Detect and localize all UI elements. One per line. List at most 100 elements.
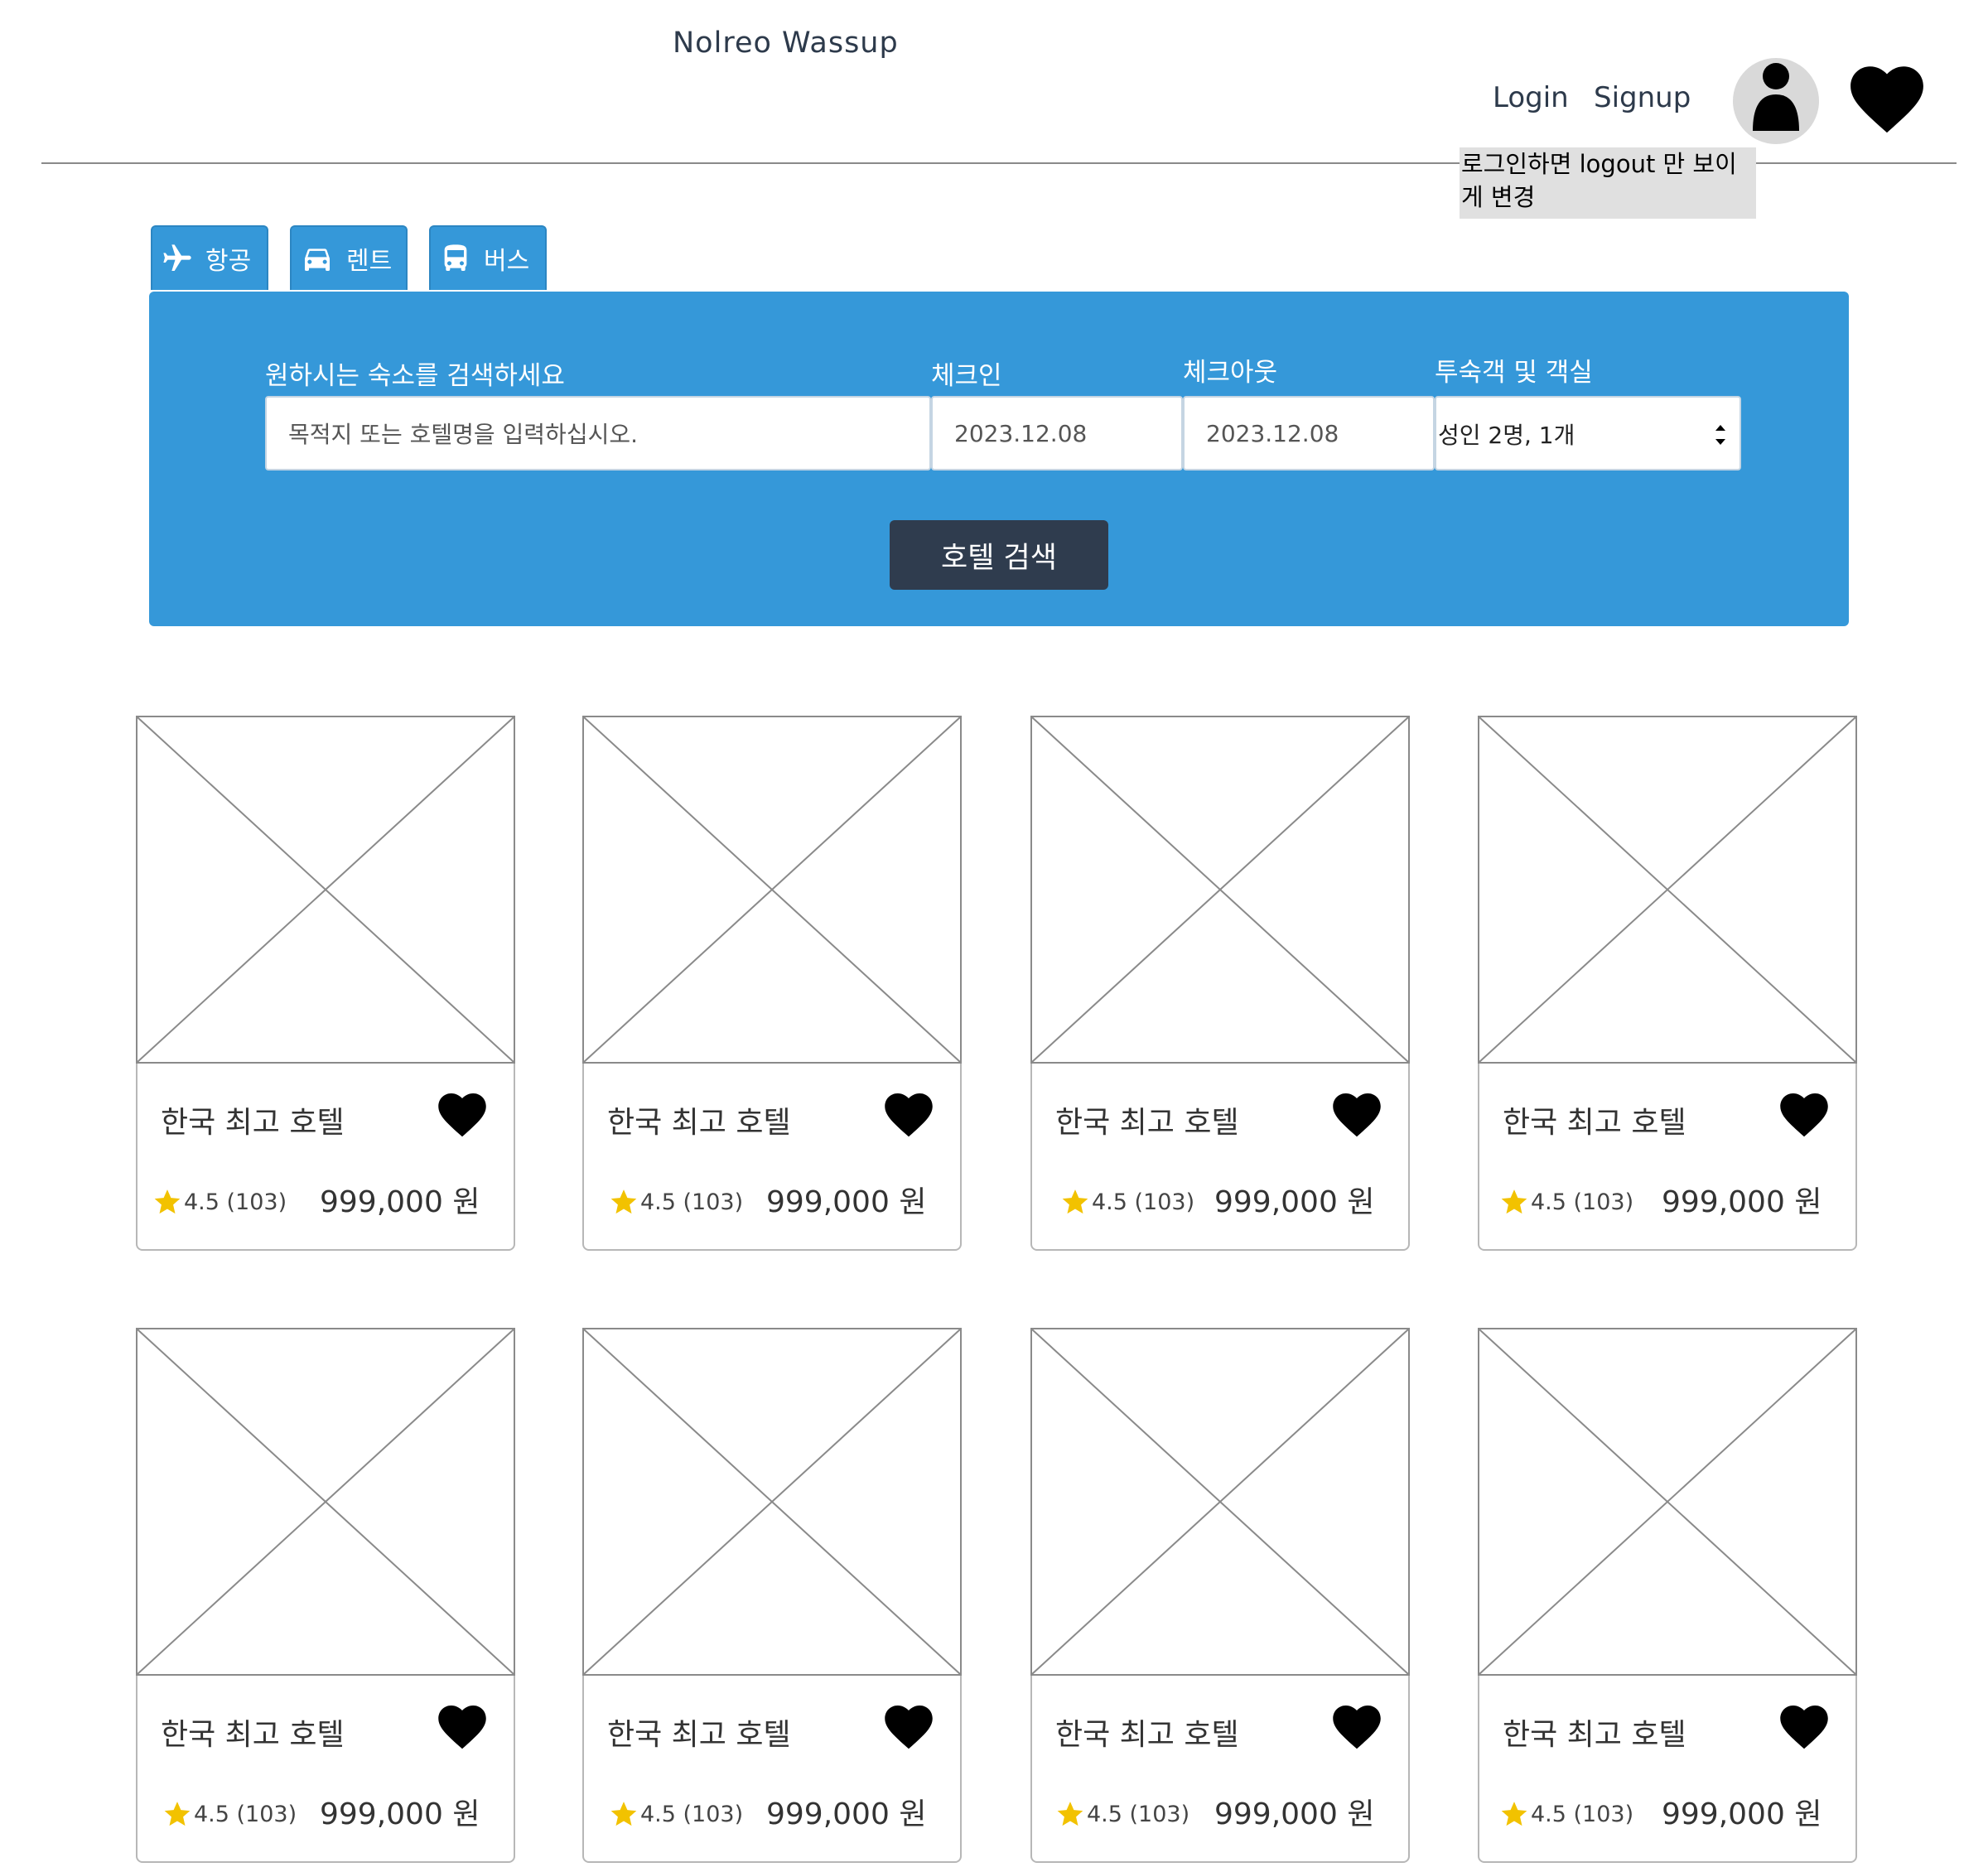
- hotel-price: 999,000 원: [1214, 1185, 1375, 1219]
- hotel-image-placeholder: [136, 716, 515, 1064]
- tab-bus[interactable]: 버스: [429, 225, 547, 290]
- tab-rent-label: 렌트: [346, 247, 393, 276]
- hotel-price: 999,000 원: [1662, 1185, 1822, 1219]
- hotel-like-button[interactable]: [1332, 1704, 1382, 1750]
- star-icon: [1057, 1802, 1083, 1826]
- tab-rent[interactable]: 렌트: [290, 225, 408, 290]
- hotel-card[interactable]: 한국 최고 호텔 4.5 (103) 999,000 원: [1030, 716, 1410, 1251]
- hotel-like-button[interactable]: [884, 1704, 934, 1750]
- hotel-name: 한국 최고 호텔: [161, 1718, 345, 1752]
- checkout-date-value: 2023.12.08: [1206, 419, 1339, 447]
- heart-icon: [1780, 1093, 1828, 1137]
- annotation-note: 로그인하면 logout 만 보이게 변경: [1460, 147, 1756, 219]
- hotel-like-button[interactable]: [1332, 1092, 1382, 1138]
- hotel-rating-text: 4.5 (103): [640, 1801, 744, 1827]
- login-link[interactable]: Login: [1493, 81, 1569, 114]
- hotel-like-button[interactable]: [437, 1092, 487, 1138]
- heart-icon: [1333, 1093, 1381, 1137]
- hotel-card[interactable]: 한국 최고 호텔 4.5 (103) 999,000 원: [1030, 1328, 1410, 1863]
- heart-icon: [885, 1706, 933, 1749]
- image-placeholder-icon: [1032, 717, 1408, 1062]
- hotel-image-placeholder: [1030, 716, 1410, 1064]
- heart-icon: [1850, 66, 1923, 133]
- image-placeholder-icon: [584, 1329, 960, 1674]
- heart-icon: [1780, 1706, 1828, 1749]
- heart-icon: [885, 1093, 933, 1137]
- car-icon: [305, 248, 330, 271]
- hotel-name: 한국 최고 호텔: [1055, 1718, 1239, 1752]
- hotel-rating: 4.5 (103): [609, 1800, 743, 1828]
- hotel-price: 999,000 원: [1662, 1797, 1822, 1831]
- hotel-image-placeholder: [1478, 716, 1857, 1064]
- hotel-name: 한국 최고 호텔: [1055, 1106, 1239, 1140]
- star-icon: [1062, 1189, 1088, 1214]
- checkin-date-field[interactable]: 2023.12.08: [931, 396, 1183, 470]
- hotel-rating-text: 4.5 (103): [1092, 1189, 1195, 1215]
- hotel-image-placeholder: [1030, 1328, 1410, 1676]
- hotel-like-button[interactable]: [437, 1704, 487, 1750]
- brand-title[interactable]: Nolreo Wassup: [673, 27, 899, 60]
- heart-icon: [438, 1706, 486, 1749]
- hotel-card[interactable]: 한국 최고 호텔 4.5 (103) 999,000 원: [1478, 716, 1857, 1251]
- airplane-icon: [163, 244, 191, 271]
- destination-input[interactable]: 목적지 또는 호텔명을 입력하십시오.: [265, 396, 931, 470]
- image-placeholder-icon: [1032, 1329, 1408, 1674]
- hotel-card[interactable]: 한국 최고 호텔 4.5 (103) 999,000 원: [136, 1328, 515, 1863]
- hotel-rating: 4.5 (103): [1055, 1800, 1189, 1828]
- image-placeholder-icon: [1479, 717, 1855, 1062]
- hotel-rating: 4.5 (103): [1499, 1800, 1633, 1828]
- guests-value: 성인 2명, 1개: [1438, 422, 1575, 449]
- hotel-like-button[interactable]: [1779, 1092, 1829, 1138]
- hotel-name: 한국 최고 호텔: [1503, 1106, 1686, 1140]
- checkout-date-field[interactable]: 2023.12.08: [1183, 396, 1435, 470]
- checkin-date-value: 2023.12.08: [954, 419, 1088, 447]
- tab-flight[interactable]: 항공: [151, 225, 268, 290]
- hotel-name: 한국 최고 호텔: [161, 1106, 345, 1140]
- hotel-name: 한국 최고 호텔: [607, 1106, 791, 1140]
- wishlist-heart-button[interactable]: [1849, 65, 1925, 134]
- hotel-rating: 4.5 (103): [609, 1188, 743, 1216]
- select-arrows-icon: [1715, 425, 1725, 445]
- hotel-card[interactable]: 한국 최고 호텔 4.5 (103) 999,000 원: [582, 716, 962, 1251]
- checkin-label: 체크인: [931, 361, 1002, 391]
- hotel-name: 한국 최고 호텔: [1503, 1718, 1686, 1752]
- hotel-card[interactable]: 한국 최고 호텔 4.5 (103) 999,000 원: [1478, 1328, 1857, 1863]
- star-icon: [1501, 1189, 1527, 1214]
- destination-placeholder: 목적지 또는 호텔명을 입력하십시오.: [288, 421, 639, 448]
- hotel-price: 999,000 원: [320, 1797, 480, 1831]
- hotel-image-placeholder: [1478, 1328, 1857, 1676]
- hotel-like-button[interactable]: [884, 1092, 934, 1138]
- star-icon: [610, 1189, 637, 1214]
- heart-icon: [1333, 1706, 1381, 1749]
- hotel-like-button[interactable]: [1779, 1704, 1829, 1750]
- hotel-name: 한국 최고 호텔: [607, 1718, 791, 1752]
- hotel-price: 999,000 원: [1214, 1797, 1375, 1831]
- hotel-price: 999,000 원: [766, 1185, 927, 1219]
- hotel-rating: 4.5 (103): [1499, 1188, 1633, 1216]
- hotel-rating: 4.5 (103): [162, 1800, 297, 1828]
- hotel-card[interactable]: 한국 최고 호텔 4.5 (103) 999,000 원: [136, 716, 515, 1251]
- tab-bus-label: 버스: [484, 247, 530, 276]
- hotel-card[interactable]: 한국 최고 호텔 4.5 (103) 999,000 원: [582, 1328, 962, 1863]
- hotel-image-placeholder: [136, 1328, 515, 1676]
- tab-flight-label: 항공: [205, 247, 252, 276]
- image-placeholder-icon: [1479, 1329, 1855, 1674]
- star-icon: [1501, 1802, 1527, 1826]
- guests-select[interactable]: 성인 2명, 1개: [1435, 396, 1741, 470]
- hotel-image-placeholder: [582, 716, 962, 1064]
- signup-link[interactable]: Signup: [1594, 81, 1691, 114]
- hotel-search-button[interactable]: 호텔 검색: [890, 520, 1108, 590]
- image-placeholder-icon: [584, 717, 960, 1062]
- hotel-rating-text: 4.5 (103): [1087, 1801, 1190, 1827]
- hotel-rating: 4.5 (103): [1060, 1188, 1194, 1216]
- hotel-rating-text: 4.5 (103): [1531, 1189, 1634, 1215]
- hotel-rating-text: 4.5 (103): [1531, 1801, 1634, 1827]
- user-avatar-button[interactable]: [1733, 58, 1819, 144]
- hotel-rating-text: 4.5 (103): [184, 1189, 287, 1215]
- hotel-price: 999,000 원: [766, 1797, 927, 1831]
- hotel-image-placeholder: [582, 1328, 962, 1676]
- hotel-price: 999,000 원: [320, 1185, 480, 1219]
- checkout-label: 체크아웃: [1183, 358, 1278, 388]
- star-icon: [610, 1802, 637, 1826]
- star-icon: [154, 1189, 181, 1214]
